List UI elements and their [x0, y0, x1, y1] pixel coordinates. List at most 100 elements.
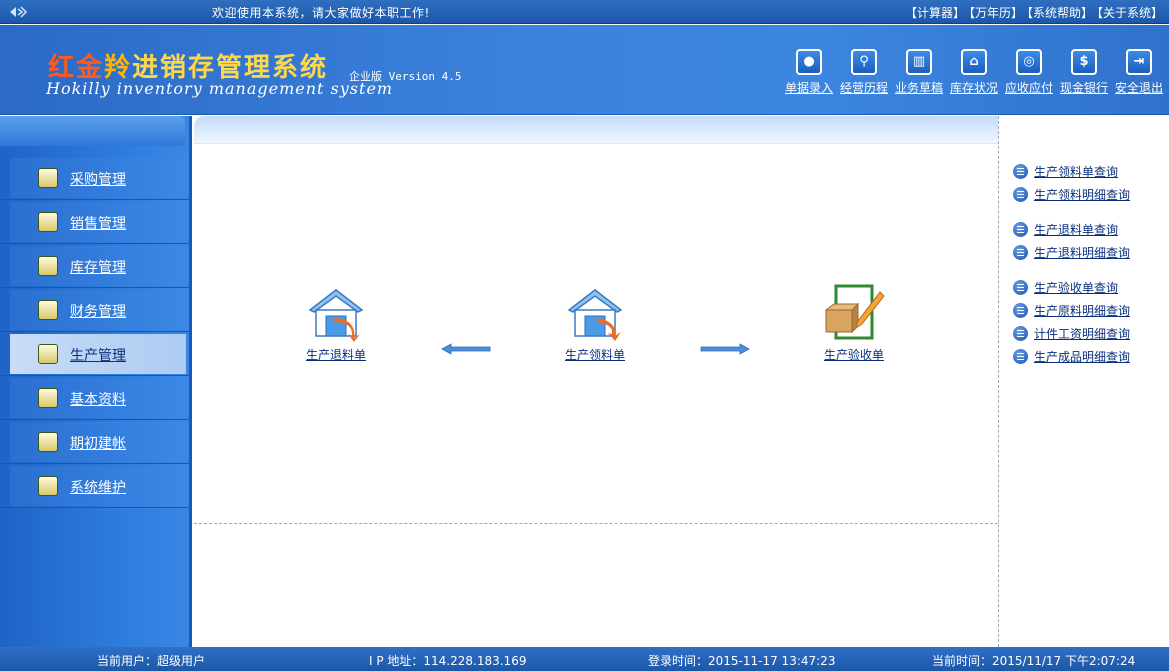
left-arrow-icon [441, 343, 491, 355]
list-bullet-icon [1013, 222, 1028, 237]
top-bar: 欢迎使用本系统，请大家做好本职工作! 【计算器】 【万年历】 【系统帮助】 【关于系统… [0, 0, 1169, 24]
back-speaker-icon[interactable] [8, 4, 28, 20]
safe-exit-label: 安全退出 [1115, 81, 1164, 95]
issue-detail-query-link[interactable]: 生产领料明细查询 [999, 183, 1169, 206]
maintenance-icon [38, 476, 58, 496]
query-link-label: 生产原料明细查询 [1034, 304, 1131, 318]
sidebar-item-maintenance[interactable]: 系统维护 [0, 464, 189, 508]
list-bullet-icon [1013, 326, 1028, 341]
coin-icon: ◎ [1016, 49, 1042, 75]
sidebar-header [0, 116, 185, 146]
system-help-link[interactable]: 【系统帮助】 [1027, 6, 1093, 20]
production-return-node[interactable]: 生产退料单 [291, 284, 381, 363]
sidebar-item-production[interactable]: 生产管理 [0, 332, 189, 376]
query-link-label: 生产领料明细查询 [1034, 188, 1131, 202]
sidebar-item-inventory[interactable]: 库存管理 [0, 244, 189, 288]
issue-query-group: 生产领料单查询 生产领料明细查询 [999, 160, 1169, 206]
list-bullet-icon [1013, 187, 1028, 202]
business-draft-button[interactable]: ▥ 业务草稿 [895, 49, 943, 96]
sidebar-item-label: 系统维护 [70, 480, 126, 496]
production-return-label: 生产退料单 [305, 348, 366, 362]
windows-icon [38, 432, 58, 452]
sidebar-item-label: 期初建帐 [70, 436, 126, 452]
production-flow-diagram: 生产退料单 生产领料单 生产验收单 [194, 144, 998, 524]
main-toolbar: ● 单据录入 ⚲ 经营历程 ▥ 业务草稿 ⌂ 库存状况 ◎ 应收应付 $ 现金银… [785, 49, 1163, 96]
sidebar-item-opening-accounts[interactable]: 期初建帐 [0, 420, 189, 464]
current-time-status: 当前时间：2015/11/17 下午2:07:24 [932, 654, 1136, 668]
receivables-payables-button[interactable]: ◎ 应收应付 [1005, 49, 1053, 96]
query-link-label: 生产验收单查询 [1034, 281, 1119, 295]
sidebar-nav: 采购管理 销售管理 库存管理 财务管理 生产管理 基本资料 期初建帐 系统维护 [0, 156, 189, 508]
sidebar-item-label: 财务管理 [70, 304, 126, 320]
production-icon [38, 344, 58, 364]
receipt-order-query-link[interactable]: 生产验收单查询 [999, 276, 1169, 299]
document-entry-label: 单据录入 [785, 81, 834, 95]
calendar-link[interactable]: 【万年历】 [969, 6, 1023, 20]
production-receipt-node[interactable]: 生产验收单 [809, 284, 899, 363]
piecework-wage-query-link[interactable]: 计件工资明细查询 [999, 322, 1169, 345]
sidebar-item-label: 生产管理 [70, 348, 126, 364]
query-link-label: 生产领料单查询 [1034, 165, 1119, 179]
about-system-link[interactable]: 【关于系统】 [1097, 6, 1163, 20]
app-logo-subtitle: Hokilly inventory management system [46, 79, 394, 98]
inventory-status-button[interactable]: ⌂ 库存状况 [950, 49, 998, 96]
cash-bank-label: 现金银行 [1060, 81, 1109, 95]
purchase-icon [38, 168, 58, 188]
return-order-query-link[interactable]: 生产退料单查询 [999, 218, 1169, 241]
sidebar-item-label: 基本资料 [70, 392, 126, 408]
login-time-status: 登录时间：2015-11-17 13:47:23 [648, 654, 836, 668]
person-icon: ● [796, 49, 822, 75]
inventory-icon [38, 256, 58, 276]
query-link-label: 生产成品明细查询 [1034, 350, 1131, 364]
top-links: 【计算器】 【万年历】 【系统帮助】 【关于系统】 [901, 4, 1163, 21]
app-header: 红金羚进销存管理系统 Hokilly inventory management … [0, 25, 1169, 115]
business-history-button[interactable]: ⚲ 经营历程 [840, 49, 888, 96]
inventory-status-label: 库存状况 [950, 81, 999, 95]
finance-icon [38, 300, 58, 320]
issue-order-query-link[interactable]: 生产领料单查询 [999, 160, 1169, 183]
document-entry-button[interactable]: ● 单据录入 [785, 49, 833, 96]
safe-exit-button[interactable]: ⇥ 安全退出 [1115, 49, 1163, 96]
return-detail-query-link[interactable]: 生产退料明细查询 [999, 241, 1169, 264]
welcome-message: 欢迎使用本系统，请大家做好本职工作! [212, 6, 430, 20]
receivables-payables-label: 应收应付 [1005, 81, 1054, 95]
cash-bank-button[interactable]: $ 现金银行 [1060, 49, 1108, 96]
main-content-header [194, 116, 998, 144]
sidebar-item-purchase[interactable]: 采购管理 [0, 156, 189, 200]
trash-icon: ▥ [906, 49, 932, 75]
calculator-link[interactable]: 【计算器】 [905, 6, 965, 20]
edition-version: 企业版 Version 4.5 [349, 70, 462, 83]
finished-goods-query-link[interactable]: 生产成品明细查询 [999, 345, 1169, 368]
sidebar-item-label: 库存管理 [70, 260, 126, 276]
query-link-label: 生产退料单查询 [1034, 223, 1119, 237]
query-link-label: 计件工资明细查询 [1034, 327, 1131, 341]
production-issue-node[interactable]: 生产领料单 [550, 284, 640, 363]
list-bullet-icon [1013, 280, 1028, 295]
magnifier-icon: ⚲ [851, 49, 877, 75]
ip-address-status: I P 地址：114.228.183.169 [369, 654, 527, 668]
home-icon: ⌂ [961, 49, 987, 75]
sales-icon [38, 212, 58, 232]
query-link-label: 生产退料明细查询 [1034, 246, 1131, 260]
receipt-query-group: 生产验收单查询 生产原料明细查询 计件工资明细查询 生产成品明细查询 [999, 276, 1169, 368]
sidebar-item-label: 采购管理 [70, 172, 126, 188]
main-content: 生产退料单 生产领料单 生产验收单 [194, 116, 998, 647]
business-draft-label: 业务草稿 [895, 81, 944, 95]
exit-icon: ⇥ [1126, 49, 1152, 75]
sidebar-item-basic-data[interactable]: 基本资料 [0, 376, 189, 420]
list-bullet-icon [1013, 303, 1028, 318]
sidebar-item-finance[interactable]: 财务管理 [0, 288, 189, 332]
warehouse-issue-icon [567, 289, 623, 341]
list-bullet-icon [1013, 245, 1028, 260]
return-query-group: 生产退料单查询 生产退料明细查询 [999, 218, 1169, 264]
sidebar-item-label: 销售管理 [70, 216, 126, 232]
production-receipt-label: 生产验收单 [823, 348, 884, 362]
raw-material-detail-query-link[interactable]: 生产原料明细查询 [999, 299, 1169, 322]
sidebar: 采购管理 销售管理 库存管理 财务管理 生产管理 基本资料 期初建帐 系统维护 [0, 116, 192, 647]
sidebar-item-sales[interactable]: 销售管理 [0, 200, 189, 244]
business-history-label: 经营历程 [840, 81, 889, 95]
current-user-status: 当前用户：超级用户 [97, 654, 206, 668]
list-bullet-icon [1013, 349, 1028, 364]
basic-data-icon [38, 388, 58, 408]
warehouse-return-icon [308, 289, 364, 342]
